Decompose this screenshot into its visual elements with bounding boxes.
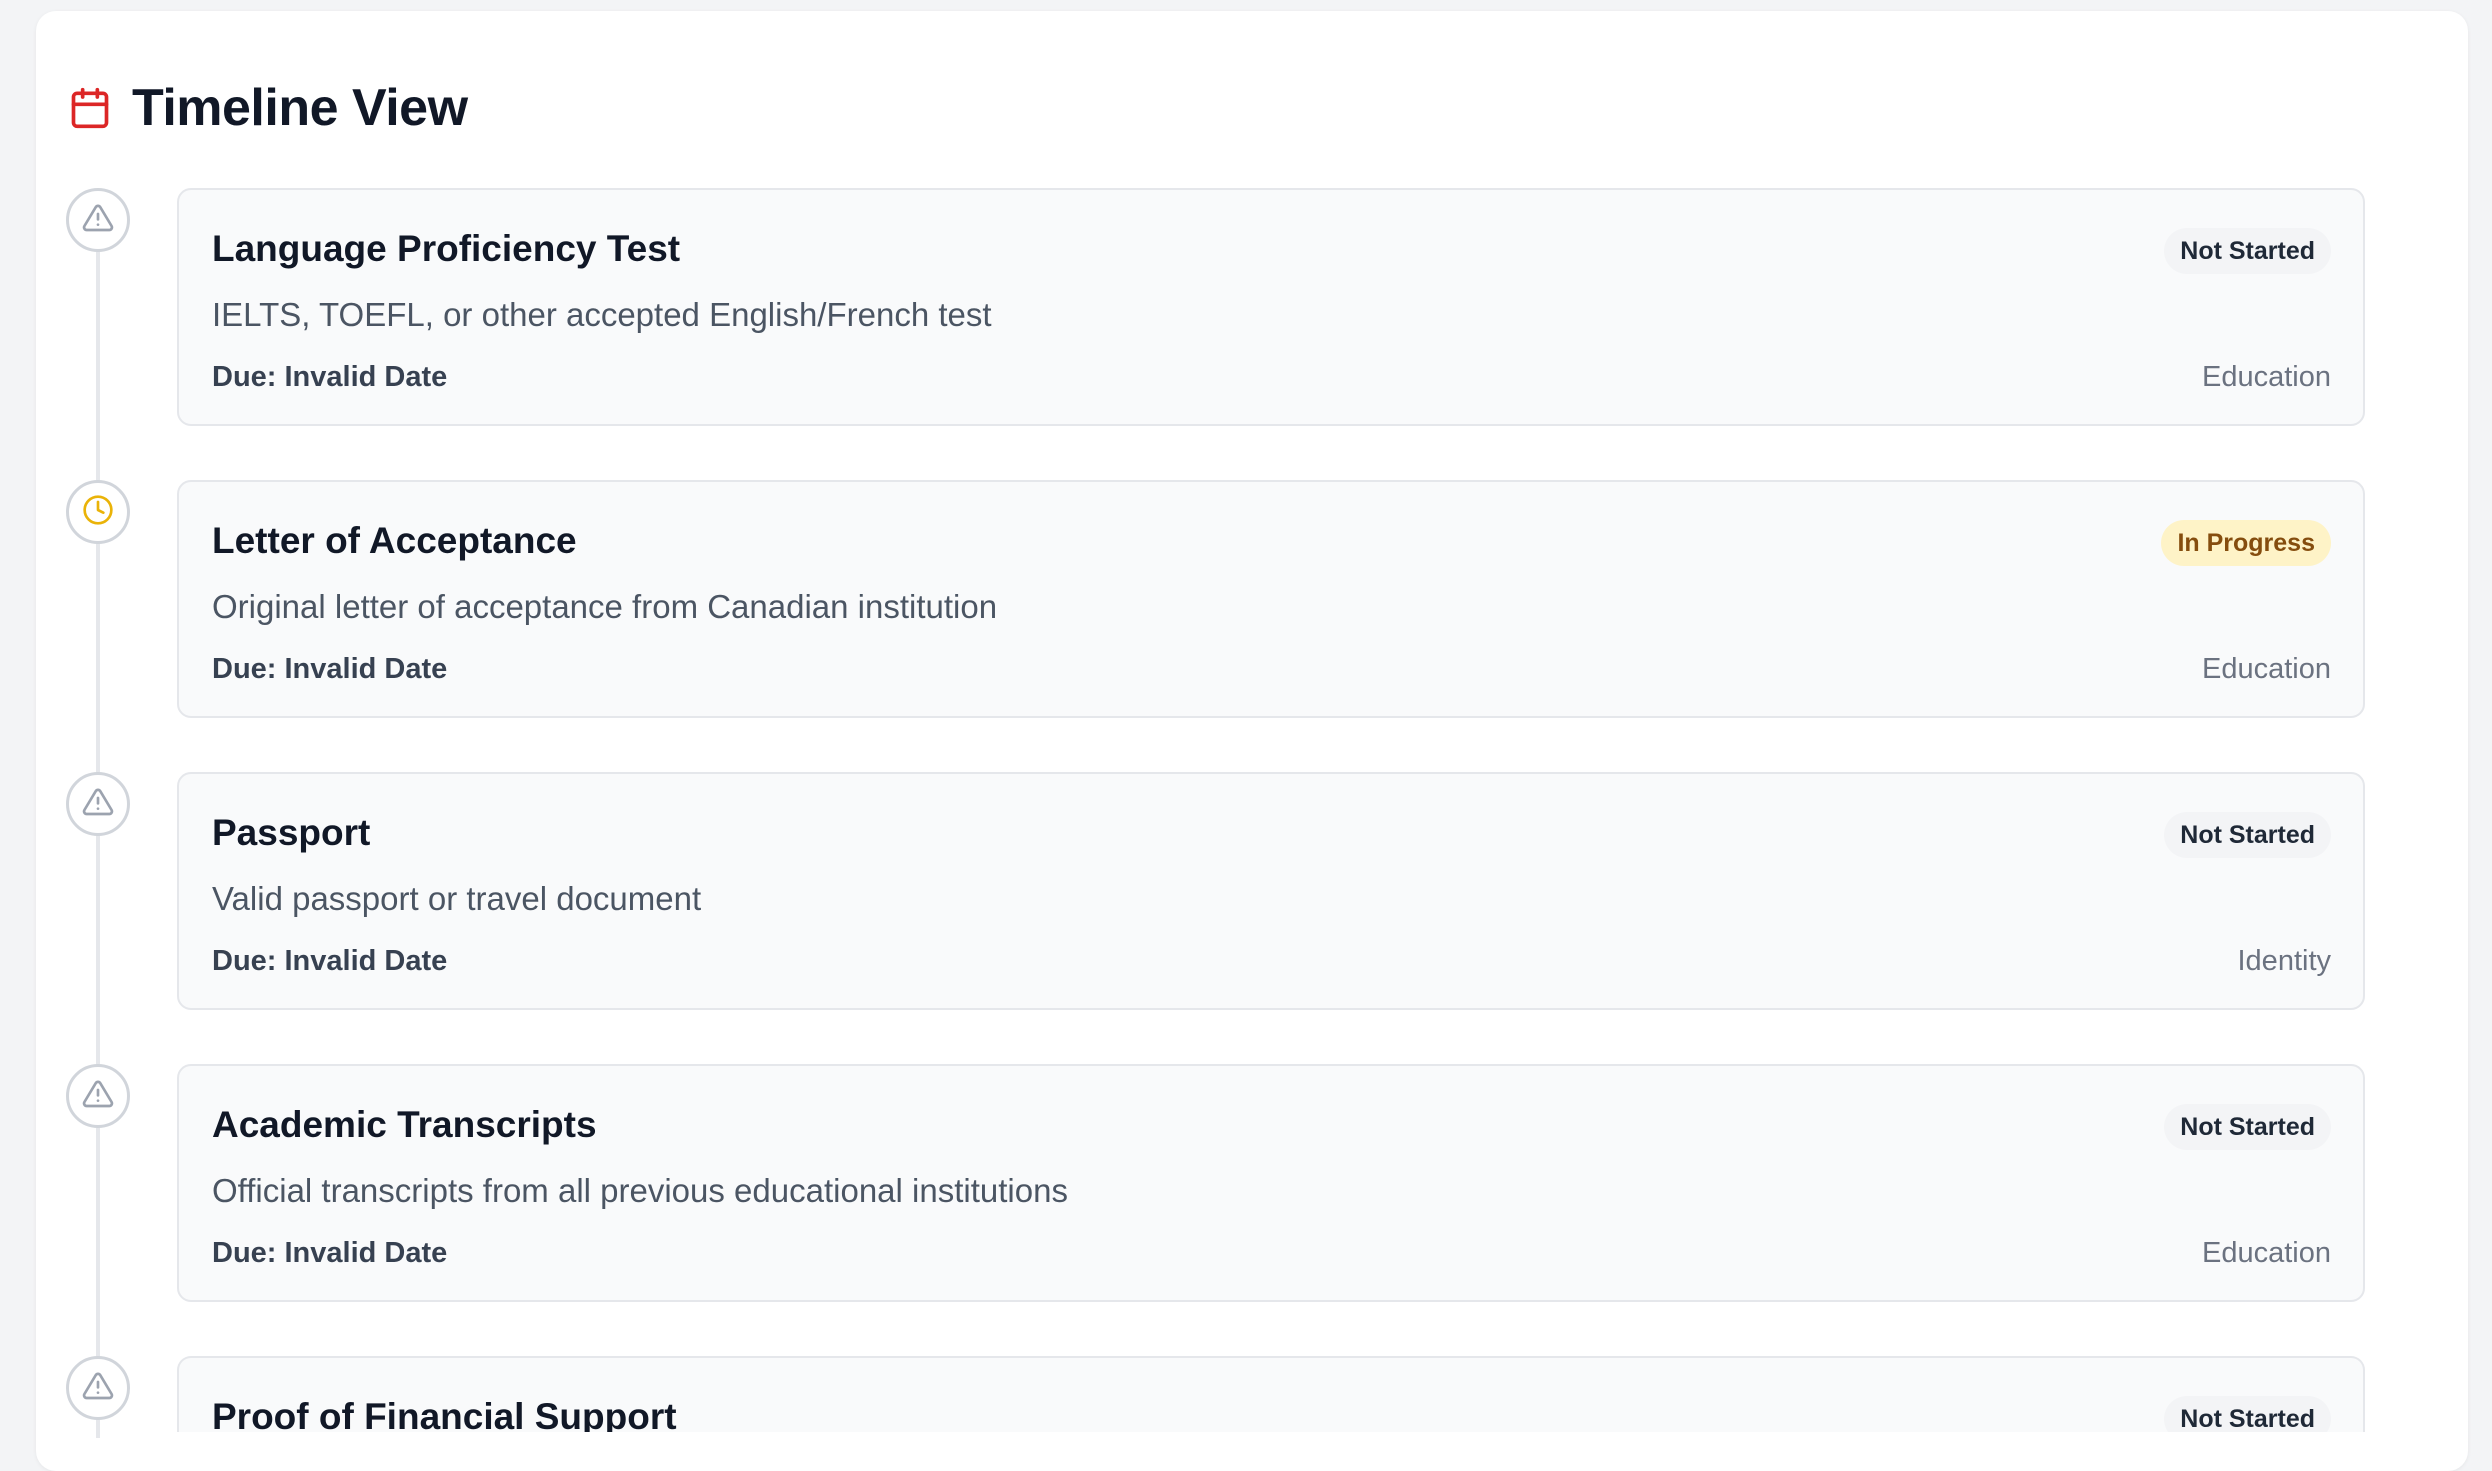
- alert-triangle-icon: [82, 1370, 114, 1407]
- card-description: Official transcripts from all previous e…: [212, 1172, 1068, 1210]
- timeline-card[interactable]: Academic Transcripts Not Started Officia…: [177, 1064, 2365, 1302]
- timeline-card[interactable]: Language Proficiency Test Not Started IE…: [177, 188, 2365, 426]
- card-title: Letter of Acceptance: [212, 520, 577, 562]
- timeline: Language Proficiency Test Not Started IE…: [0, 0, 2492, 1432]
- timeline-card[interactable]: Passport Not Started Valid passport or t…: [177, 772, 2365, 1010]
- card-category: Identity: [2238, 945, 2332, 978]
- status-badge: Not Started: [2164, 228, 2331, 274]
- card-title: Academic Transcripts: [212, 1104, 597, 1146]
- card-category: Education: [2202, 361, 2331, 394]
- status-node: [66, 1064, 130, 1128]
- card-title: Proof of Financial Support: [212, 1396, 677, 1432]
- card-due-date: Due: Invalid Date: [212, 1237, 447, 1270]
- timeline-connector: [96, 1418, 100, 1438]
- status-node: [66, 772, 130, 836]
- alert-triangle-icon: [82, 1078, 114, 1115]
- card-due-date: Due: Invalid Date: [212, 361, 447, 394]
- status-badge: Not Started: [2164, 812, 2331, 858]
- card-description: Valid passport or travel document: [212, 880, 701, 918]
- status-badge: In Progress: [2161, 520, 2331, 566]
- status-node: [66, 480, 130, 544]
- timeline-connector: [96, 248, 100, 483]
- card-title: Passport: [212, 812, 370, 854]
- status-badge: Not Started: [2164, 1104, 2331, 1150]
- timeline-connector: [96, 833, 100, 1068]
- timeline-card[interactable]: Letter of Acceptance In Progress Origina…: [177, 480, 2365, 718]
- card-due-date: Due: Invalid Date: [212, 945, 447, 978]
- alert-triangle-icon: [82, 202, 114, 239]
- card-category: Education: [2202, 653, 2331, 686]
- timeline-connector: [96, 1126, 100, 1361]
- timeline-connector: [96, 541, 100, 776]
- status-badge: Not Started: [2164, 1396, 2331, 1432]
- card-description: IELTS, TOEFL, or other accepted English/…: [212, 296, 992, 334]
- card-category: Education: [2202, 1237, 2331, 1270]
- status-node: [66, 1356, 130, 1420]
- timeline-card[interactable]: Proof of Financial Support Not Started: [177, 1356, 2365, 1432]
- card-description: Original letter of acceptance from Canad…: [212, 588, 997, 626]
- clock-icon: [82, 494, 114, 531]
- card-title: Language Proficiency Test: [212, 228, 680, 270]
- card-due-date: Due: Invalid Date: [212, 653, 447, 686]
- alert-triangle-icon: [82, 786, 114, 823]
- status-node: [66, 188, 130, 252]
